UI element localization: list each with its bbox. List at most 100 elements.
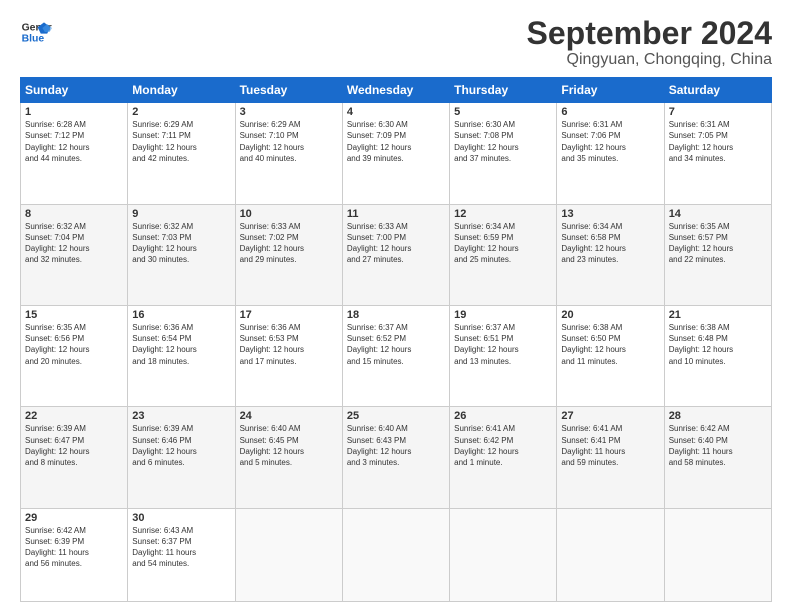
cell-info: Sunrise: 6:40 AMSunset: 6:45 PMDaylight:…	[240, 423, 338, 468]
month-title: September 2024	[527, 16, 772, 51]
header-tuesday: Tuesday	[235, 78, 342, 103]
table-row: 27Sunrise: 6:41 AMSunset: 6:41 PMDayligh…	[557, 407, 664, 508]
cell-info: Sunrise: 6:37 AMSunset: 6:51 PMDaylight:…	[454, 322, 552, 367]
day-number: 1	[25, 106, 123, 118]
table-row: 18Sunrise: 6:37 AMSunset: 6:52 PMDayligh…	[342, 306, 449, 407]
cell-info: Sunrise: 6:38 AMSunset: 6:50 PMDaylight:…	[561, 322, 659, 367]
day-number: 13	[561, 208, 659, 220]
day-number: 3	[240, 106, 338, 118]
table-row: 10Sunrise: 6:33 AMSunset: 7:02 PMDayligh…	[235, 204, 342, 305]
table-row: 28Sunrise: 6:42 AMSunset: 6:40 PMDayligh…	[664, 407, 771, 508]
header-saturday: Saturday	[664, 78, 771, 103]
day-number: 2	[132, 106, 230, 118]
day-number: 7	[669, 106, 767, 118]
logo: General Blue	[20, 16, 52, 48]
table-row	[450, 508, 557, 601]
table-row: 15Sunrise: 6:35 AMSunset: 6:56 PMDayligh…	[21, 306, 128, 407]
page: General Blue September 2024 Qingyuan, Ch…	[0, 0, 792, 612]
cell-info: Sunrise: 6:35 AMSunset: 6:57 PMDaylight:…	[669, 221, 767, 266]
cell-info: Sunrise: 6:39 AMSunset: 6:47 PMDaylight:…	[25, 423, 123, 468]
cell-info: Sunrise: 6:30 AMSunset: 7:09 PMDaylight:…	[347, 119, 445, 164]
table-row: 30Sunrise: 6:43 AMSunset: 6:37 PMDayligh…	[128, 508, 235, 601]
table-row: 6Sunrise: 6:31 AMSunset: 7:06 PMDaylight…	[557, 103, 664, 204]
day-number: 9	[132, 208, 230, 220]
day-number: 19	[454, 309, 552, 321]
table-row: 29Sunrise: 6:42 AMSunset: 6:39 PMDayligh…	[21, 508, 128, 601]
table-row: 9Sunrise: 6:32 AMSunset: 7:03 PMDaylight…	[128, 204, 235, 305]
day-number: 6	[561, 106, 659, 118]
table-row: 19Sunrise: 6:37 AMSunset: 6:51 PMDayligh…	[450, 306, 557, 407]
day-number: 27	[561, 410, 659, 422]
table-row: 12Sunrise: 6:34 AMSunset: 6:59 PMDayligh…	[450, 204, 557, 305]
day-number: 20	[561, 309, 659, 321]
table-row: 7Sunrise: 6:31 AMSunset: 7:05 PMDaylight…	[664, 103, 771, 204]
table-row: 5Sunrise: 6:30 AMSunset: 7:08 PMDaylight…	[450, 103, 557, 204]
day-number: 26	[454, 410, 552, 422]
header-monday: Monday	[128, 78, 235, 103]
day-number: 22	[25, 410, 123, 422]
calendar-table: Sunday Monday Tuesday Wednesday Thursday…	[20, 77, 772, 602]
day-number: 29	[25, 512, 123, 524]
day-number: 10	[240, 208, 338, 220]
cell-info: Sunrise: 6:39 AMSunset: 6:46 PMDaylight:…	[132, 423, 230, 468]
cell-info: Sunrise: 6:43 AMSunset: 6:37 PMDaylight:…	[132, 525, 230, 570]
cell-info: Sunrise: 6:32 AMSunset: 7:03 PMDaylight:…	[132, 221, 230, 266]
logo-icon: General Blue	[20, 16, 52, 48]
cell-info: Sunrise: 6:42 AMSunset: 6:39 PMDaylight:…	[25, 525, 123, 570]
cell-info: Sunrise: 6:30 AMSunset: 7:08 PMDaylight:…	[454, 119, 552, 164]
table-row: 1Sunrise: 6:28 AMSunset: 7:12 PMDaylight…	[21, 103, 128, 204]
day-number: 12	[454, 208, 552, 220]
table-row: 17Sunrise: 6:36 AMSunset: 6:53 PMDayligh…	[235, 306, 342, 407]
title-area: September 2024 Qingyuan, Chongqing, Chin…	[527, 16, 772, 69]
cell-info: Sunrise: 6:32 AMSunset: 7:04 PMDaylight:…	[25, 221, 123, 266]
day-number: 24	[240, 410, 338, 422]
cell-info: Sunrise: 6:36 AMSunset: 6:53 PMDaylight:…	[240, 322, 338, 367]
day-number: 18	[347, 309, 445, 321]
cell-info: Sunrise: 6:42 AMSunset: 6:40 PMDaylight:…	[669, 423, 767, 468]
table-row	[342, 508, 449, 601]
cell-info: Sunrise: 6:31 AMSunset: 7:05 PMDaylight:…	[669, 119, 767, 164]
table-row: 3Sunrise: 6:29 AMSunset: 7:10 PMDaylight…	[235, 103, 342, 204]
cell-info: Sunrise: 6:34 AMSunset: 6:59 PMDaylight:…	[454, 221, 552, 266]
table-row: 4Sunrise: 6:30 AMSunset: 7:09 PMDaylight…	[342, 103, 449, 204]
table-row: 25Sunrise: 6:40 AMSunset: 6:43 PMDayligh…	[342, 407, 449, 508]
cell-info: Sunrise: 6:29 AMSunset: 7:11 PMDaylight:…	[132, 119, 230, 164]
table-row: 22Sunrise: 6:39 AMSunset: 6:47 PMDayligh…	[21, 407, 128, 508]
day-number: 11	[347, 208, 445, 220]
subtitle: Qingyuan, Chongqing, China	[527, 51, 772, 69]
cell-info: Sunrise: 6:33 AMSunset: 7:00 PMDaylight:…	[347, 221, 445, 266]
day-number: 8	[25, 208, 123, 220]
table-row	[664, 508, 771, 601]
header-thursday: Thursday	[450, 78, 557, 103]
header: General Blue September 2024 Qingyuan, Ch…	[20, 16, 772, 69]
table-row: 26Sunrise: 6:41 AMSunset: 6:42 PMDayligh…	[450, 407, 557, 508]
table-row: 14Sunrise: 6:35 AMSunset: 6:57 PMDayligh…	[664, 204, 771, 305]
header-friday: Friday	[557, 78, 664, 103]
cell-info: Sunrise: 6:41 AMSunset: 6:42 PMDaylight:…	[454, 423, 552, 468]
svg-text:Blue: Blue	[22, 34, 45, 45]
cell-info: Sunrise: 6:34 AMSunset: 6:58 PMDaylight:…	[561, 221, 659, 266]
table-row: 13Sunrise: 6:34 AMSunset: 6:58 PMDayligh…	[557, 204, 664, 305]
cell-info: Sunrise: 6:36 AMSunset: 6:54 PMDaylight:…	[132, 322, 230, 367]
day-number: 4	[347, 106, 445, 118]
day-number: 15	[25, 309, 123, 321]
table-row: 24Sunrise: 6:40 AMSunset: 6:45 PMDayligh…	[235, 407, 342, 508]
cell-info: Sunrise: 6:38 AMSunset: 6:48 PMDaylight:…	[669, 322, 767, 367]
table-row	[235, 508, 342, 601]
table-row: 21Sunrise: 6:38 AMSunset: 6:48 PMDayligh…	[664, 306, 771, 407]
day-number: 17	[240, 309, 338, 321]
day-number: 21	[669, 309, 767, 321]
cell-info: Sunrise: 6:35 AMSunset: 6:56 PMDaylight:…	[25, 322, 123, 367]
cell-info: Sunrise: 6:37 AMSunset: 6:52 PMDaylight:…	[347, 322, 445, 367]
table-row: 11Sunrise: 6:33 AMSunset: 7:00 PMDayligh…	[342, 204, 449, 305]
cell-info: Sunrise: 6:31 AMSunset: 7:06 PMDaylight:…	[561, 119, 659, 164]
day-number: 23	[132, 410, 230, 422]
day-number: 25	[347, 410, 445, 422]
table-row: 2Sunrise: 6:29 AMSunset: 7:11 PMDaylight…	[128, 103, 235, 204]
day-number: 30	[132, 512, 230, 524]
table-row	[557, 508, 664, 601]
cell-info: Sunrise: 6:29 AMSunset: 7:10 PMDaylight:…	[240, 119, 338, 164]
table-row: 23Sunrise: 6:39 AMSunset: 6:46 PMDayligh…	[128, 407, 235, 508]
cell-info: Sunrise: 6:28 AMSunset: 7:12 PMDaylight:…	[25, 119, 123, 164]
day-number: 16	[132, 309, 230, 321]
